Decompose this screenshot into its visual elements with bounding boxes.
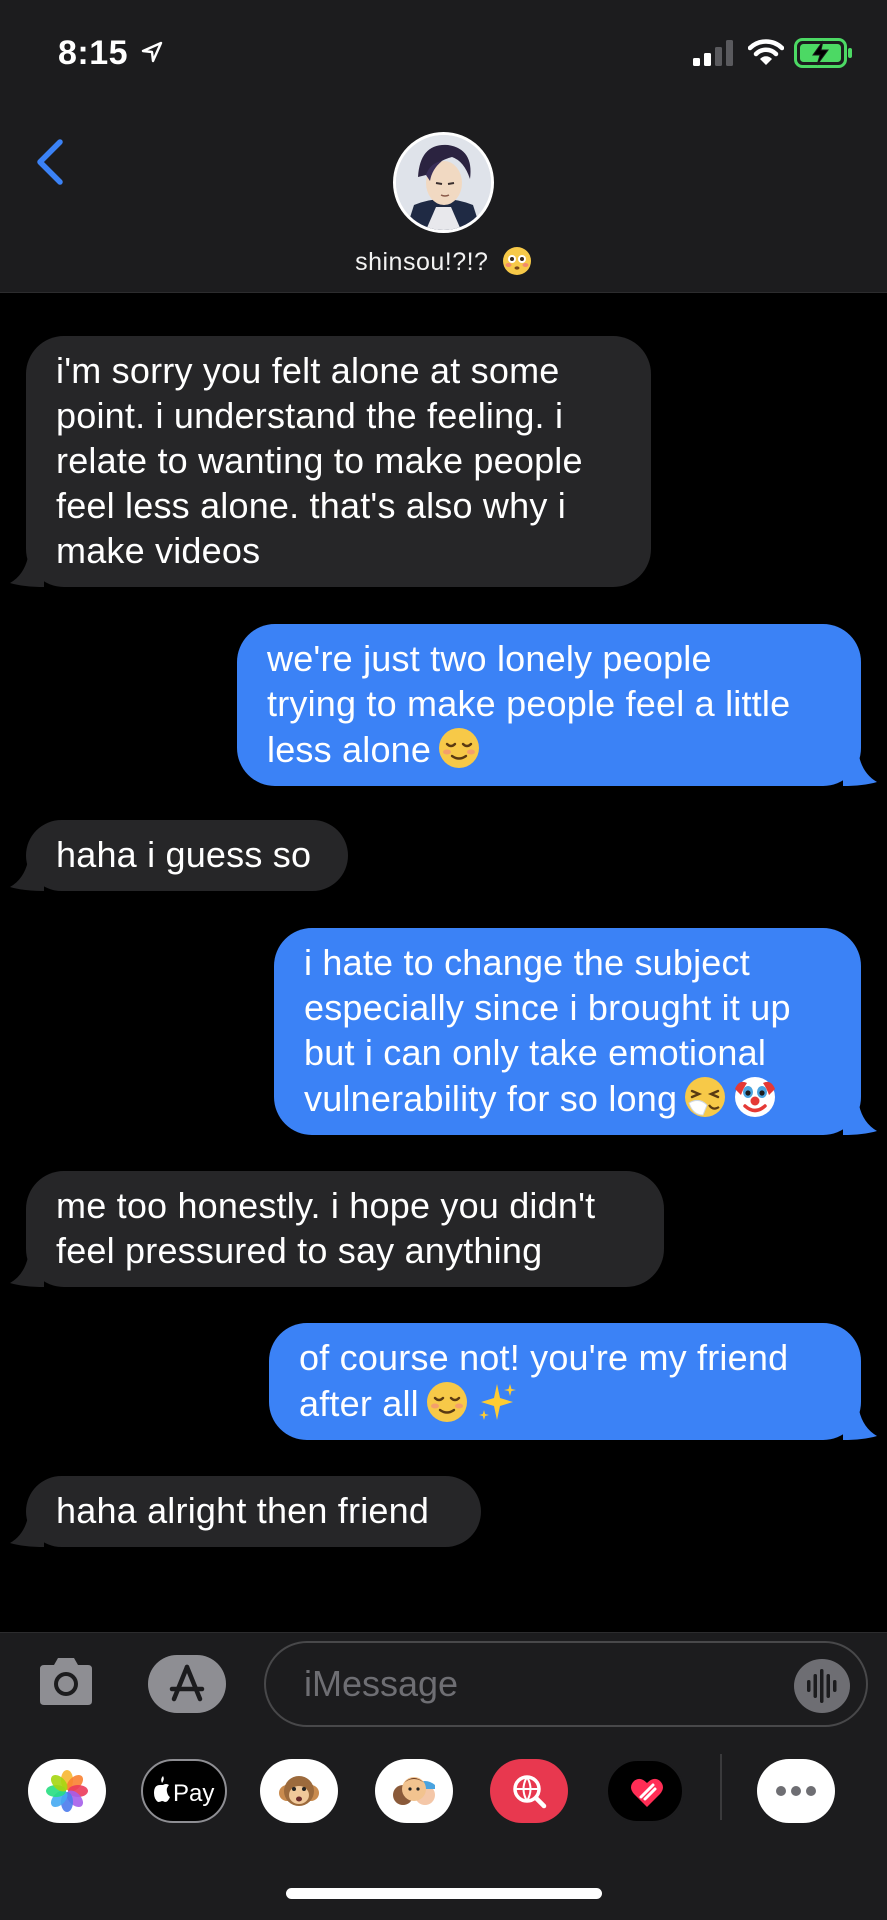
message-text: but i can only take emotional	[304, 1032, 767, 1073]
contact-name[interactable]: shinsou!?!?	[0, 246, 887, 277]
audio-record-button[interactable]	[794, 1659, 850, 1713]
audio-waveform-icon	[807, 1669, 837, 1703]
digital-touch-icon	[631, 1778, 663, 1807]
bubble-tail	[10, 861, 44, 891]
photos-icon	[46, 1770, 88, 1812]
location-arrow-icon	[141, 41, 163, 63]
message-bubble-incoming[interactable]: me too honestly. i hope you didn't feel …	[10, 1171, 664, 1287]
message-text: i'm sorry you felt alone at some	[56, 350, 560, 391]
message-text: feel less alone. that's also why i	[56, 485, 566, 526]
image-search-button[interactable]	[490, 1759, 568, 1823]
clown-face-emoji	[735, 1077, 776, 1117]
cellular-signal-icon	[693, 40, 733, 66]
avatar-image	[396, 135, 491, 230]
photos-app-button[interactable]	[28, 1759, 106, 1823]
relieved-face-emoji	[439, 728, 480, 768]
apple-pay-button[interactable]: Pay	[141, 1759, 227, 1823]
message-bubble-outgoing[interactable]: of course not! you're my friend after al…	[269, 1323, 877, 1440]
contact-name-label: shinsou!?!?	[355, 248, 489, 276]
home-indicator[interactable]	[286, 1888, 602, 1899]
message-text: haha i guess so	[56, 834, 312, 875]
animoji-button[interactable]	[260, 1759, 338, 1823]
message-text: vulnerability for so long	[304, 1078, 678, 1119]
message-text: especially since i brought it up	[304, 987, 791, 1028]
sneezing-face-emoji	[685, 1077, 726, 1117]
message-bubble-incoming[interactable]: i'm sorry you felt alone at some point. …	[10, 336, 651, 587]
bubble-tail	[843, 1105, 877, 1135]
message-text: we're just two lonely people	[267, 638, 712, 679]
message-text: relate to wanting to make people	[56, 440, 583, 481]
wifi-icon	[748, 39, 784, 65]
message-bubble-outgoing[interactable]: i hate to change the subject especially …	[274, 928, 877, 1135]
bubble-tail	[843, 756, 877, 786]
message-bubble-outgoing[interactable]: we're just two lonely people trying to m…	[237, 624, 877, 786]
message-text: after all	[299, 1383, 419, 1424]
camera-icon[interactable]	[36, 1655, 96, 1709]
back-chevron-icon[interactable]	[30, 134, 70, 190]
message-text: me too honestly. i hope you didn't	[56, 1185, 596, 1226]
app-store-button[interactable]	[148, 1655, 226, 1713]
animoji-icon	[279, 1776, 319, 1806]
input-placeholder: iMessage	[304, 1663, 459, 1704]
relieved-face-emoji	[426, 1382, 467, 1422]
message-text: less alone	[267, 729, 432, 770]
bubble-tail	[10, 557, 44, 587]
memoji-button[interactable]	[375, 1759, 453, 1823]
message-text: feel pressured to say anything	[56, 1230, 543, 1271]
bubble-tail	[843, 1410, 877, 1440]
message-bubble-incoming[interactable]: haha i guess so	[10, 820, 348, 891]
image-search-icon	[513, 1775, 547, 1809]
more-apps-icon	[776, 1786, 816, 1796]
message-text: haha alright then friend	[56, 1490, 430, 1531]
battery-charging-icon	[794, 38, 852, 68]
digital-touch-button[interactable]	[606, 1759, 684, 1823]
message-text: make videos	[56, 530, 261, 571]
sparkles-emoji	[478, 1384, 516, 1420]
contact-avatar[interactable]	[393, 132, 494, 233]
app-store-icon	[169, 1664, 205, 1702]
message-text: i hate to change the subject	[304, 942, 750, 983]
more-apps-button[interactable]	[757, 1759, 835, 1823]
message-bubble-incoming[interactable]: haha alright then friend	[10, 1476, 481, 1547]
memoji-icon	[393, 1777, 435, 1805]
app-drawer-divider	[720, 1754, 722, 1820]
bubble-tail	[10, 1257, 44, 1287]
bubble-tail	[10, 1517, 44, 1547]
apple-pay-label: Pay	[173, 1780, 214, 1807]
flushed-face-emoji	[502, 247, 531, 275]
message-text: point. i understand the feeling. i	[56, 395, 564, 436]
status-time: 8:15	[58, 34, 129, 72]
message-text: of course not! you're my friend	[299, 1337, 789, 1378]
imessage-input[interactable]: iMessage	[264, 1641, 868, 1727]
apple-pay-icon: Pay	[154, 1776, 214, 1807]
message-text: trying to make people feel a little	[267, 683, 791, 724]
